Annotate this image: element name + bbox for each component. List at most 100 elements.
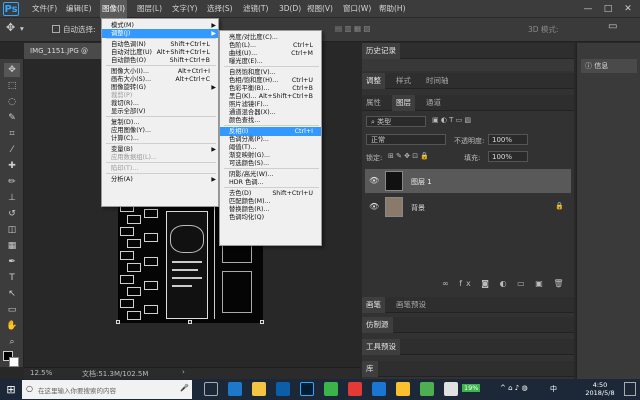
filter-icons[interactable]: ▣ ◐ T ▭ ▨ [432,116,471,124]
close-button[interactable]: ✕ [618,0,638,18]
opacity-input[interactable]: 100% [488,134,528,145]
transform-handle[interactable] [260,320,264,324]
adjust-menu-item[interactable]: HDR 色调... [220,178,321,187]
app-icon-blue[interactable] [372,382,386,396]
task-view-icon[interactable] [204,382,218,396]
menu-select[interactable]: 选择(S) [205,0,235,18]
image-menu-item[interactable]: 显示全部(V) [102,107,218,116]
healing-brush-icon[interactable]: ✚ [4,159,20,173]
move-tool-icon[interactable]: ✥ [4,63,20,77]
store-icon[interactable] [276,382,290,396]
align-icons[interactable]: ▤ ▥ ▦ ▧ [335,24,371,33]
pen-tool-icon[interactable]: ✒ [4,255,20,269]
transform-handle[interactable] [116,320,120,324]
auto-select-checkbox[interactable] [52,25,60,33]
menu-3d[interactable]: 3D(D) [277,0,303,18]
brush-tool-icon[interactable]: ✏ [4,175,20,189]
workspace-icon[interactable]: ▭ [608,21,617,32]
layer-filter-select[interactable]: ⌕ 类型 [366,116,426,127]
stamp-tool-icon[interactable]: ⊥ [4,191,20,205]
adjust-menu-item[interactable]: 颜色查找... [220,116,321,125]
fill-input[interactable]: 100% [488,151,528,162]
menu-layer[interactable]: 图层(L) [135,0,164,18]
adjust-menu-item[interactable]: 可选颜色(S)... [220,159,321,168]
app-icon-white[interactable] [444,382,458,396]
menu-image[interactable]: 图像(I) [100,0,128,18]
tab-brush-presets[interactable]: 画笔预设 [392,297,430,313]
menu-window[interactable]: 窗口(W) [341,0,373,18]
lock-icons[interactable]: ⊞ ✎ ✥ ⊡ 🔒 [388,152,429,160]
lasso-tool-icon[interactable]: ◌ [4,95,20,109]
brick [144,305,158,314]
windows-start-icon[interactable]: ⊞ [0,379,22,400]
tab-brush[interactable]: 画笔 [362,297,385,313]
info-panel-button[interactable]: ⓘ 信息 [581,59,637,73]
zoom-level[interactable]: 12.5% [30,369,52,377]
tab-adjustments[interactable]: 调整 [362,73,385,89]
menu-filter[interactable]: 滤镜(T) [241,0,270,18]
visibility-eye-icon[interactable]: 👁 [369,176,379,186]
chrome-icon[interactable] [396,382,410,396]
move-tool-icon[interactable]: ✥ [6,21,15,34]
menu-help[interactable]: 帮助(H) [377,0,408,18]
adjust-menu-item[interactable]: 曝光度(E)... [220,57,321,66]
tab-channels[interactable]: 通道 [422,95,445,111]
layer-name[interactable]: 图层 1 [411,177,432,187]
taskbar-clock[interactable]: 4:50 2018/5/8 [580,381,620,399]
image-menu-item[interactable]: 分析(A) ▶ [102,175,218,184]
battery-indicator[interactable]: 19% [462,384,481,392]
image-menu-item[interactable]: 自动颜色(O) Shift+Ctrl+B [102,56,218,65]
menu-file[interactable]: 文件(F) [30,0,59,18]
app-icon-red[interactable] [348,382,362,396]
taskbar-search[interactable]: ○ 在这里输入你要搜索的内容 🎤 [22,380,192,399]
tab-properties[interactable]: 属性 [362,95,385,111]
menu-type[interactable]: 文字(Y) [170,0,199,18]
action-center-icon[interactable] [624,382,636,396]
menu-edit[interactable]: 编辑(E) [64,0,94,18]
crop-tool-icon[interactable]: ⌗ [4,127,20,141]
layer-row[interactable]: 👁 背景 🔒 [365,195,571,219]
layer-actions-icons[interactable]: ∞ fx ◙ ◐ ▭ ▣ 🗑 [442,279,568,288]
adjust-menu-item[interactable]: 色调均化(Q) [220,213,321,222]
image-menu-item[interactable]: 调整(J) ▶ [102,29,218,38]
blend-mode-select[interactable]: 正常 [366,134,446,145]
tab-styles[interactable]: 样式 [392,73,415,89]
maximize-button[interactable]: □ [598,0,618,18]
ime-indicator[interactable]: 中 [550,384,557,394]
tray-icons[interactable]: ^ ⌂ ♪ ◍ [500,384,528,392]
transform-handle[interactable] [188,320,192,324]
tab-library[interactable]: 库 [362,361,378,377]
tool-preset-dropdown-icon[interactable]: ▾ [20,24,24,33]
app-icon-green[interactable] [324,382,338,396]
gradient-tool-icon[interactable]: ▦ [4,239,20,253]
tab-tool-presets[interactable]: 工具预设 [362,339,400,355]
background-color-swatch[interactable] [9,357,19,367]
minimize-button[interactable]: — [578,0,598,18]
hand-tool-icon[interactable]: ✋ [4,319,20,333]
tab-clone-source[interactable]: 仿制源 [362,317,393,333]
eraser-tool-icon[interactable]: ◫ [4,223,20,237]
history-brush-icon[interactable]: ↺ [4,207,20,221]
menu-view[interactable]: 视图(V) [305,0,335,18]
layer-row[interactable]: 👁 图层 1 [365,169,571,193]
tab-layers[interactable]: 图层 [392,95,415,111]
photoshop-taskbar-icon[interactable] [300,382,314,396]
quick-select-tool-icon[interactable]: ✎ [4,111,20,125]
explorer-icon[interactable] [252,382,266,396]
image-menu-item[interactable]: 计算(C)... [102,134,218,143]
mic-icon[interactable]: 🎤 [180,384,189,392]
tab-timeline[interactable]: 时间轴 [422,73,453,89]
zoom-tool-icon[interactable]: ⌕ [4,335,20,349]
edge-icon[interactable] [228,382,242,396]
eyedropper-tool-icon[interactable]: ⁄ [4,143,20,157]
status-arrow-icon[interactable]: › [182,368,185,376]
shape-tool-icon[interactable]: ▭ [4,303,20,317]
visibility-eye-icon[interactable]: 👁 [369,202,379,212]
document-tab[interactable]: IMG_1151.JPG @ [24,43,104,59]
path-select-icon[interactable]: ↖ [4,287,20,301]
marquee-tool-icon[interactable]: ⬚ [4,79,20,93]
layer-name[interactable]: 背景 [411,203,425,213]
type-tool-icon[interactable]: T [4,271,20,285]
tab-history[interactable]: 历史记录 [362,43,400,59]
wechat-icon[interactable] [420,382,434,396]
